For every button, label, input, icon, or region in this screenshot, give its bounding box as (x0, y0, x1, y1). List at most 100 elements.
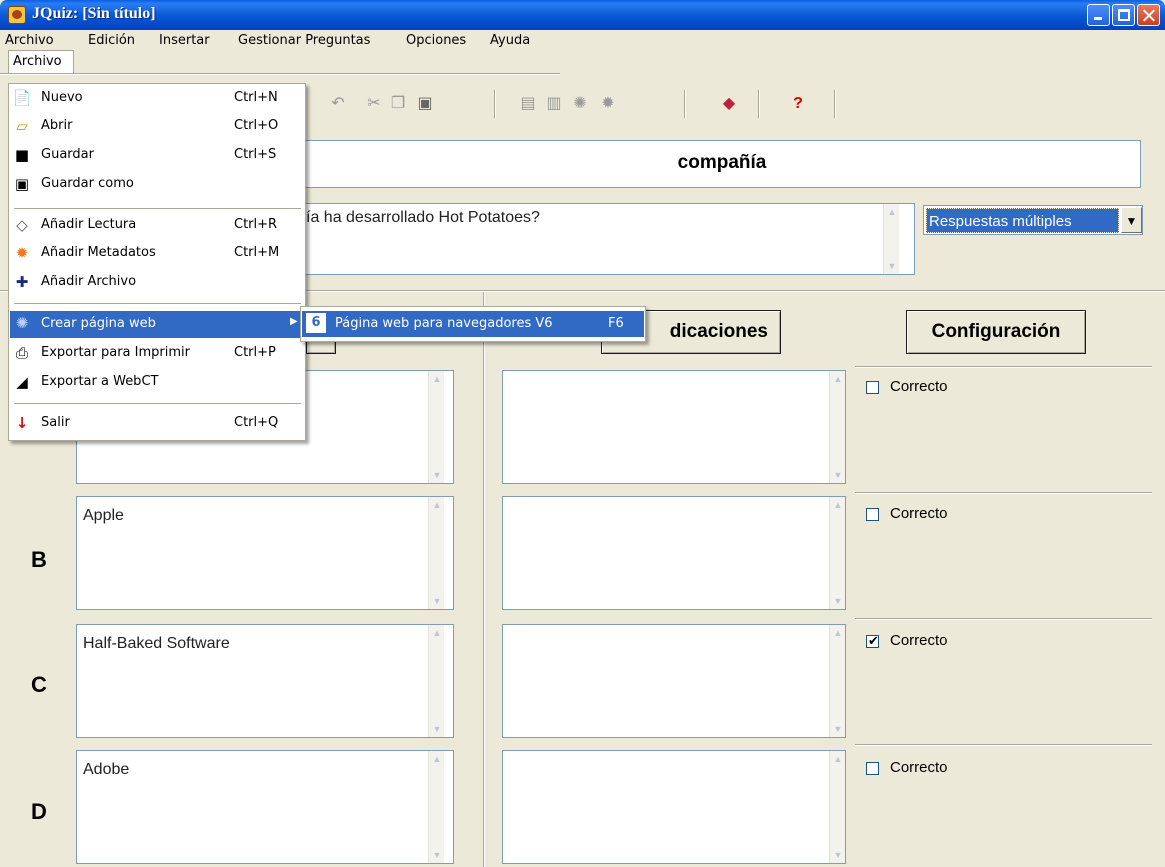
menu-separator (14, 303, 301, 304)
feedback-scrollbar[interactable]: ▲ ▼ (829, 625, 845, 737)
column-divider (483, 292, 485, 867)
toolbar-separator (834, 90, 836, 118)
correct-checkbox[interactable] (866, 508, 879, 521)
row-divider (855, 618, 1152, 620)
delete-question-icon[interactable]: ▥ (544, 95, 564, 113)
scroll-up-icon[interactable]: ▲ (429, 625, 445, 641)
feedback-text-field[interactable]: ▲ ▼ (502, 496, 846, 610)
menu-gestionar-preguntas[interactable]: Gestionar Preguntas (233, 32, 375, 49)
menu-ayuda[interactable]: Ayuda (485, 32, 535, 49)
help-icon[interactable]: ? (788, 95, 808, 113)
scroll-down-icon[interactable]: ▼ (429, 721, 445, 737)
scroll-up-icon[interactable]: ▲ (429, 497, 445, 513)
answer-text: Adobe (83, 761, 130, 778)
settings-header-button[interactable]: Configuración (906, 310, 1086, 354)
menu-item-label: Exportar a WebCT (41, 374, 159, 389)
cut-icon[interactable]: ✂ (364, 95, 384, 113)
scroll-down-icon[interactable]: ▼ (429, 847, 445, 863)
question-text-field[interactable]: ía ha desarrollado Hot Potatoes? ▲ ▼ (303, 203, 915, 275)
exit-arrow-icon: ↓ (15, 414, 29, 432)
answer-scrollbar[interactable]: ▲ ▼ (428, 497, 444, 609)
paste-icon[interactable]: ▣ (415, 95, 435, 113)
menu-insertar[interactable]: Insertar (154, 32, 215, 49)
menu-separator (14, 208, 301, 209)
menu-item-shortcut: Ctrl+M (234, 245, 280, 260)
scroll-down-icon[interactable]: ▼ (884, 258, 900, 274)
answer-text-field[interactable]: Apple ▲ ▼ (76, 496, 454, 610)
scroll-up-icon[interactable]: ▲ (429, 371, 445, 387)
menu-item-shortcut: Ctrl+Q (234, 415, 279, 430)
menu-item-guardar[interactable]: ■ Guardar Ctrl+S (10, 143, 304, 168)
feedback-text-field[interactable]: ▲ ▼ (502, 750, 846, 864)
scroll-up-icon[interactable]: ▲ (884, 204, 900, 220)
copy-icon[interactable]: ❐ (388, 95, 408, 113)
menu-item-exportar-webct[interactable]: ◢ Exportar a WebCT (10, 370, 304, 395)
correct-checkbox[interactable]: ✔ (866, 633, 879, 648)
answer-scrollbar[interactable]: ▲ ▼ (428, 625, 444, 737)
menu-item-crear-pagina-web[interactable]: ✺ Crear página web ▶ (10, 311, 304, 338)
answer-text: Half-Baked Software (83, 635, 230, 652)
undo-icon[interactable]: ↶ (328, 95, 348, 113)
answer-text: Apple (83, 507, 124, 524)
menu-divider (0, 73, 560, 75)
feedback-scrollbar[interactable]: ▲ ▼ (829, 371, 845, 483)
menu-edicion[interactable]: Edición (83, 32, 140, 49)
answer-text-field[interactable]: Half-Baked Software ▲ ▼ (76, 624, 454, 738)
menu-item-exportar-imprimir[interactable]: ⎙ Exportar para Imprimir Ctrl+P (10, 341, 304, 366)
submenu-arrow-icon: ▶ (290, 316, 298, 327)
menu-item-salir[interactable]: ↓ Salir Ctrl+Q (10, 411, 304, 436)
correct-checkbox[interactable] (866, 762, 879, 775)
menu-item-anadir-metadatos[interactable]: ✹ Añadir Metadatos Ctrl+M (10, 241, 304, 266)
question-type-select[interactable]: Respuestas múltiples ▼ (923, 205, 1143, 235)
menu-item-anadir-archivo[interactable]: ✚ Añadir Archivo (10, 270, 304, 295)
answer-text-field[interactable]: Adobe ▲ ▼ (76, 750, 454, 864)
title-bar[interactable]: JQuiz: [Sin título] (0, 0, 1165, 30)
menu-item-nuevo[interactable]: 📄 Nuevo Ctrl+N (10, 86, 304, 111)
menu-item-pagina-web-v6[interactable]: 6 Página web para navegadores V6 F6 (302, 311, 644, 337)
menu-opciones[interactable]: Opciones (401, 32, 471, 49)
correct-checkbox[interactable] (866, 381, 879, 394)
add-question-icon[interactable]: ▤ (518, 95, 538, 113)
web-alt-icon[interactable]: ✹ (598, 95, 618, 113)
toolbar-separator (494, 90, 496, 118)
answer-scrollbar[interactable]: ▲ ▼ (428, 751, 444, 863)
row-divider (855, 492, 1152, 494)
menu-item-label: Añadir Metadatos (41, 245, 156, 260)
quiz-title-field[interactable]: compañía (303, 140, 1141, 188)
scroll-down-icon[interactable]: ▼ (429, 467, 445, 483)
answer-scrollbar[interactable]: ▲ ▼ (428, 371, 444, 483)
dropdown-arrow-icon[interactable]: ▼ (1121, 207, 1142, 233)
config-icon[interactable]: ◆ (719, 95, 739, 113)
menu-archivo-label: Archivo (13, 54, 62, 69)
row-divider (855, 366, 1152, 368)
web-icon[interactable]: ✺ (570, 95, 590, 113)
scroll-down-icon[interactable]: ▼ (830, 847, 846, 863)
checkmark-icon: ✔ (868, 633, 879, 648)
feedback-text-field[interactable]: ▲ ▼ (502, 624, 846, 738)
scroll-up-icon[interactable]: ▲ (830, 497, 846, 513)
close-button[interactable] (1137, 4, 1160, 26)
scroll-up-icon[interactable]: ▲ (429, 751, 445, 767)
scroll-down-icon[interactable]: ▼ (830, 593, 846, 609)
question-scrollbar[interactable]: ▲ ▼ (883, 204, 899, 274)
menu-item-shortcut: Ctrl+P (234, 345, 276, 360)
scroll-up-icon[interactable]: ▲ (830, 625, 846, 641)
maximize-button[interactable] (1112, 4, 1135, 26)
minimize-button[interactable] (1087, 4, 1110, 26)
feedback-scrollbar[interactable]: ▲ ▼ (829, 751, 845, 863)
scroll-down-icon[interactable]: ▼ (830, 467, 846, 483)
scroll-down-icon[interactable]: ▼ (830, 721, 846, 737)
scroll-up-icon[interactable]: ▲ (830, 751, 846, 767)
scroll-up-icon[interactable]: ▲ (830, 371, 846, 387)
feedback-text-field[interactable]: ▲ ▼ (502, 370, 846, 484)
menu-archivo-open[interactable]: Archivo (8, 50, 74, 73)
menu-archivo[interactable]: Archivo (0, 32, 59, 49)
menu-item-guardar-como[interactable]: ▣ Guardar como (10, 172, 304, 197)
menu-item-label: Exportar para Imprimir (41, 345, 190, 360)
menu-item-anadir-lectura[interactable]: ◇ Añadir Lectura Ctrl+R (10, 213, 304, 238)
scroll-down-icon[interactable]: ▼ (429, 593, 445, 609)
feedback-scrollbar[interactable]: ▲ ▼ (829, 497, 845, 609)
answer-letter: B (31, 547, 47, 572)
menu-item-abrir[interactable]: ▱ Abrir Ctrl+O (10, 114, 304, 139)
window-title: JQuiz: [Sin título] (32, 5, 156, 22)
